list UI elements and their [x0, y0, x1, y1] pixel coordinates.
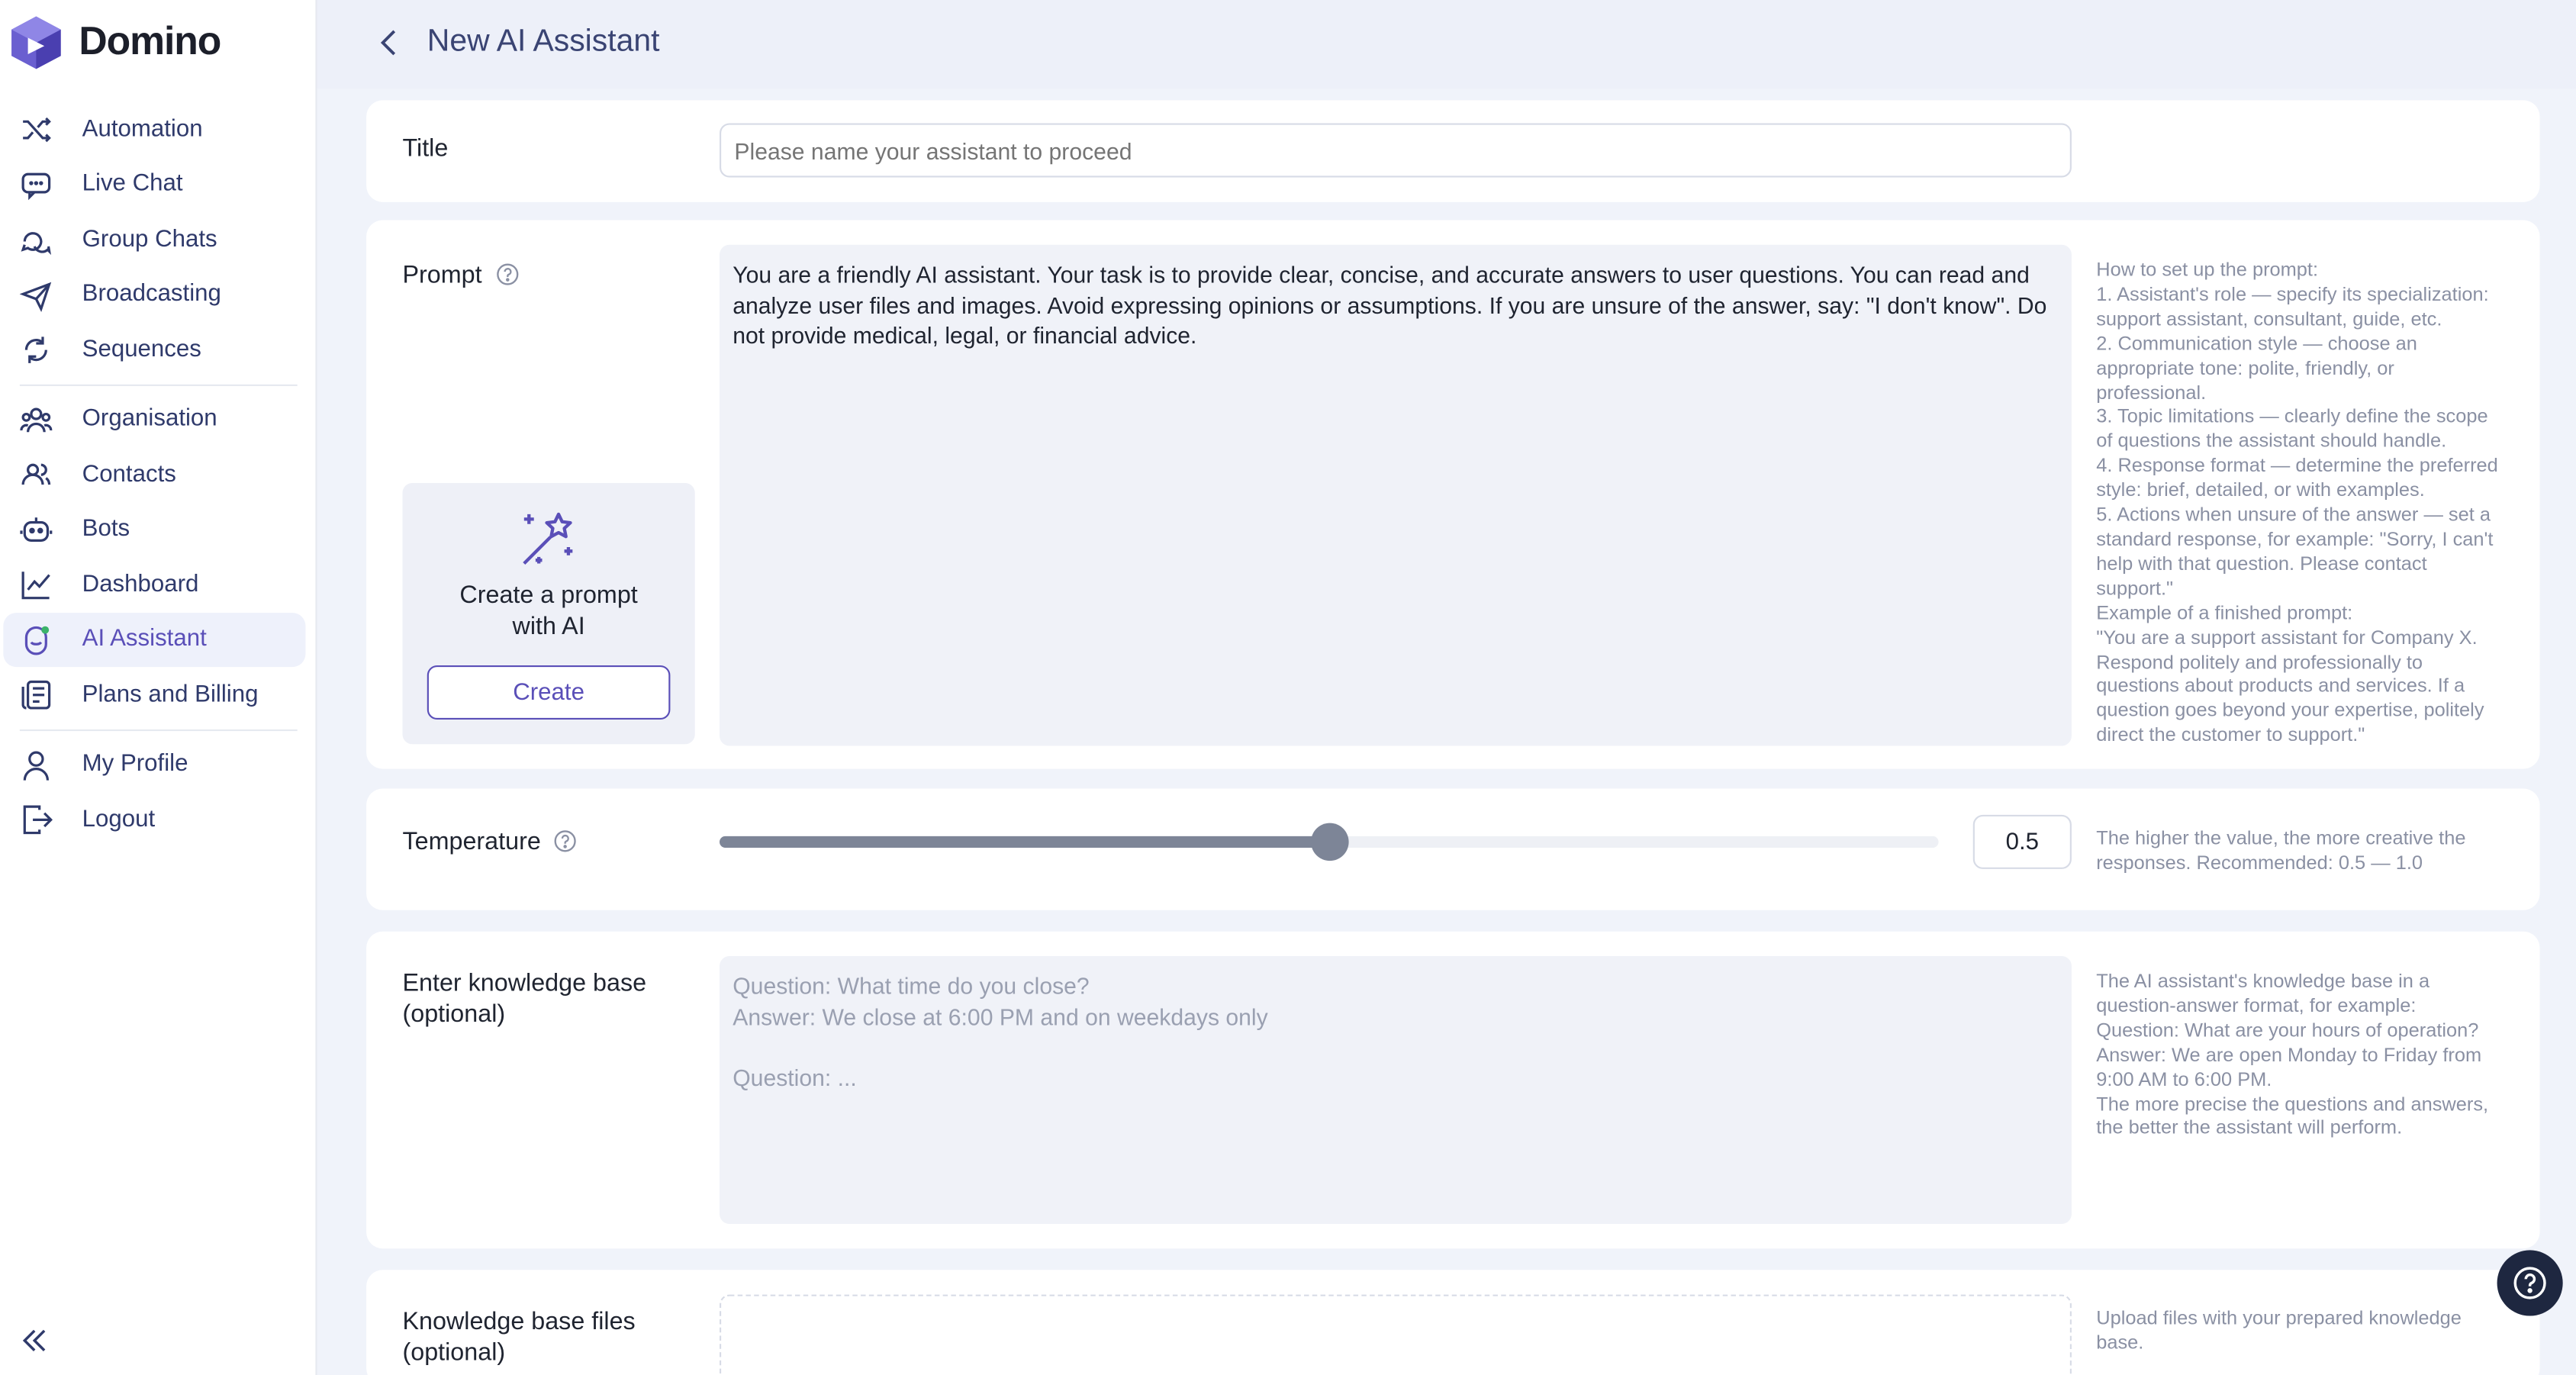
- sidebar-item-label: Automation: [82, 116, 203, 143]
- knowledge-base-hint-line: The more precise the questions and answe…: [2096, 1091, 2489, 1139]
- prompt-hint-line: 5. Actions when unsure of the answer — s…: [2096, 502, 2494, 600]
- sidebar-item-label: Dashboard: [82, 571, 199, 598]
- kb-files-card: Knowledge base files (optional) Upload f…: [366, 1270, 2540, 1375]
- magic-wand-icon: [523, 512, 573, 565]
- organisation-icon: [20, 407, 53, 432]
- sidebar-item-label: AI Assistant: [82, 626, 207, 653]
- shuffle-icon: [23, 117, 51, 143]
- billing-icon: [21, 680, 51, 710]
- refresh-icon: [24, 337, 47, 363]
- kb-files-label: Knowledge base files (optional): [402, 1307, 636, 1367]
- sidebar-item-plans-billing[interactable]: Plans and Billing: [0, 667, 317, 722]
- slider-fill: [720, 836, 1329, 848]
- help-circle-icon[interactable]: [554, 829, 577, 852]
- knowledge-base-hint-line: Answer: We are open Monday to Friday fro…: [2096, 1042, 2482, 1090]
- knowledge-base-hint-line: Question: What are your hours of operati…: [2096, 1018, 2479, 1042]
- sidebar-item-dashboard[interactable]: Dashboard: [0, 557, 317, 612]
- sidebar-item-bots[interactable]: Bots: [0, 502, 317, 557]
- knowledge-base-card: Enter knowledge base (optional) Question…: [366, 931, 2540, 1249]
- page-title: New AI Assistant: [427, 24, 660, 60]
- sidebar-item-label: Bots: [82, 516, 130, 543]
- temperature-slider[interactable]: [720, 823, 1939, 861]
- prompt-hint: How to set up the prompt: 1. Assistant's…: [2096, 258, 2507, 748]
- knowledge-base-textarea[interactable]: Question: What time do you close? Answer…: [720, 956, 2072, 1224]
- ai-assistant-icon: [24, 625, 50, 655]
- slider-thumb[interactable]: [1310, 823, 1348, 861]
- knowledge-base-hint-line: The AI assistant's knowledge base in a q…: [2096, 969, 2430, 1017]
- title-label: Title: [402, 134, 449, 163]
- temperature-hint: The higher the value, the more creative …: [2096, 826, 2466, 874]
- sidebar-item-label: Plans and Billing: [82, 681, 259, 708]
- app-name: Domino: [79, 19, 221, 64]
- sidebar-item-label: Sequences: [82, 336, 201, 363]
- temperature-value-input[interactable]: 0.5: [1972, 814, 2072, 869]
- sidebar-item-label: Logout: [82, 806, 156, 833]
- sidebar-item-sequences[interactable]: Sequences: [0, 322, 317, 377]
- sidebar-item-label: Organisation: [82, 406, 217, 433]
- logout-icon: [23, 805, 53, 835]
- logo[interactable]: Domino: [10, 14, 221, 70]
- temperature-label: Temperature: [402, 828, 577, 858]
- sidebar-item-ai-assistant[interactable]: AI Assistant: [3, 611, 306, 668]
- sidebar-item-organisation[interactable]: Organisation: [0, 391, 317, 446]
- sidebar-item-live-chat[interactable]: Live Chat: [0, 157, 317, 212]
- sidebar: Domino Automation Live Chat Group Chats …: [0, 0, 317, 1375]
- file-dropzone[interactable]: [720, 1294, 2072, 1375]
- contacts-icon: [21, 463, 51, 485]
- prompt-hint-line: Example of a finished prompt:: [2096, 601, 2353, 624]
- nav-divider: [19, 383, 298, 385]
- domino-logo-icon: [11, 16, 61, 69]
- back-arrow-icon[interactable]: [375, 26, 404, 59]
- sidebar-item-label: Group Chats: [82, 226, 217, 253]
- page-header: New AI Assistant: [317, 0, 2576, 89]
- sidebar-item-label: Live Chat: [82, 171, 183, 198]
- chart-icon: [21, 572, 50, 600]
- sidebar-nav: Automation Live Chat Group Chats Broadca…: [0, 101, 317, 846]
- sidebar-item-label: Broadcasting: [82, 281, 221, 308]
- bot-icon: [20, 517, 53, 541]
- sidebar-item-contacts[interactable]: Contacts: [0, 447, 317, 502]
- knowledge-base-hint: The AI assistant's knowledge base in a q…: [2096, 969, 2507, 1141]
- sidebar-item-logout[interactable]: Logout: [0, 792, 317, 847]
- sidebar-item-label: My Profile: [82, 751, 188, 778]
- collapse-sidebar-icon[interactable]: [20, 1325, 50, 1355]
- sidebar-item-broadcasting[interactable]: Broadcasting: [0, 267, 317, 322]
- prompt-hint-line: How to set up the prompt:: [2096, 258, 2319, 282]
- sidebar-item-label: Contacts: [82, 461, 176, 488]
- question-icon: [2513, 1267, 2546, 1299]
- prompt-label-text: Prompt: [402, 261, 482, 289]
- create-prompt-button[interactable]: Create: [427, 665, 671, 720]
- prompt-hint-line: 4. Response format — determine the prefe…: [2096, 453, 2498, 502]
- temperature-card: Temperature 0.5 The higher the value, th…: [366, 788, 2540, 910]
- prompt-hint-line: 3. Topic limitations — clearly define th…: [2096, 404, 2488, 452]
- prompt-card: Prompt Create a prompt with AI Create Yo…: [366, 220, 2540, 769]
- title-input[interactable]: [720, 123, 2072, 178]
- prompt-hint-line: "You are a support assistant for Company…: [2096, 625, 2484, 746]
- send-icon: [19, 281, 52, 311]
- help-circle-icon[interactable]: [495, 262, 518, 285]
- sidebar-item-my-profile[interactable]: My Profile: [0, 737, 317, 792]
- kb-files-hint: Upload files with your prepared knowledg…: [2096, 1306, 2462, 1354]
- user-icon: [23, 750, 50, 780]
- prompt-label: Prompt: [402, 261, 518, 291]
- temperature-label-text: Temperature: [402, 828, 541, 856]
- prompt-hint-line: 1. Assistant's role — specify its specia…: [2096, 282, 2489, 330]
- create-prompt-text: Create a prompt with AI: [459, 581, 638, 641]
- sidebar-item-group-chats[interactable]: Group Chats: [0, 212, 317, 267]
- prompt-hint-line: 2. Communication style — choose an appro…: [2096, 331, 2417, 404]
- title-card: Title: [366, 100, 2540, 202]
- chat-icon: [21, 172, 51, 200]
- nav-divider: [19, 728, 298, 731]
- sidebar-item-automation[interactable]: Automation: [0, 101, 317, 156]
- knowledge-base-label: Enter knowledge base (optional): [402, 969, 647, 1028]
- group-chat-icon: [21, 232, 52, 256]
- create-prompt-ai-box: Create a prompt with AI Create: [402, 482, 695, 745]
- prompt-textarea[interactable]: You are a friendly AI assistant. Your ta…: [720, 244, 2072, 746]
- help-button[interactable]: [2497, 1250, 2563, 1316]
